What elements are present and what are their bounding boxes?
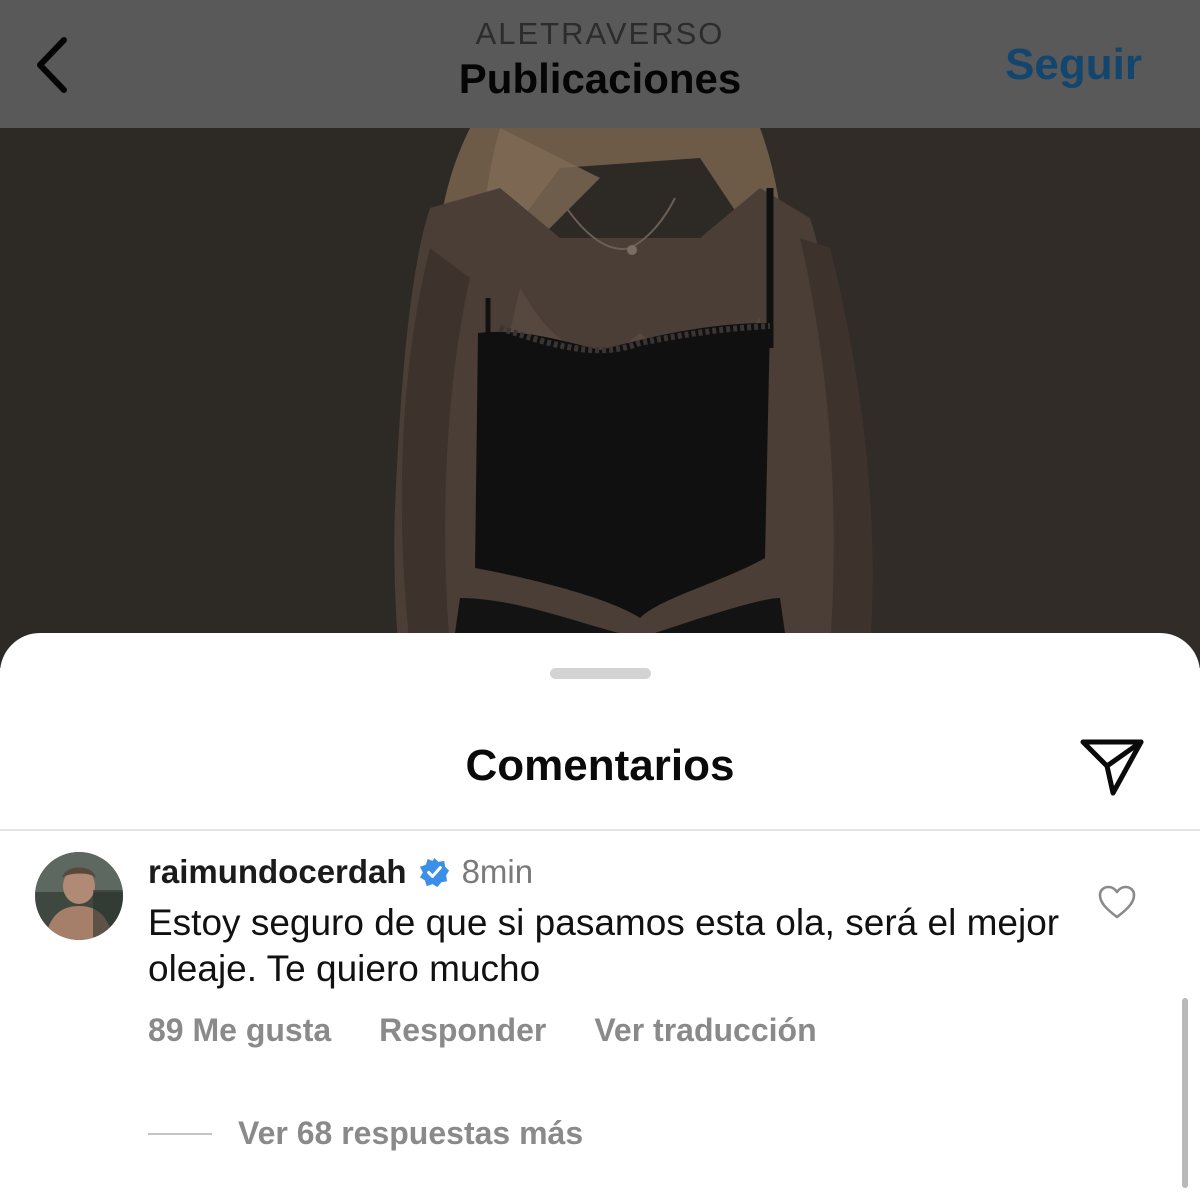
replies-line (148, 1132, 212, 1135)
top-navigation-bar: ALETRAVERSO Publicaciones Seguir (0, 0, 1200, 128)
comment-text: Estoy seguro de que si pasamos esta ola,… (148, 902, 1060, 989)
chevron-left-icon (37, 37, 67, 93)
comment-username[interactable]: raimundocerdah (148, 853, 407, 891)
post-photo (0, 128, 1200, 668)
like-button[interactable] (1097, 884, 1137, 920)
header-titles: ALETRAVERSO Publicaciones (300, 14, 900, 104)
scrollbar[interactable] (1182, 998, 1188, 1188)
translate-button[interactable]: Ver traducción (594, 1012, 816, 1049)
view-replies-label: Ver 68 respuestas más (238, 1115, 584, 1151)
post-photo-illustration (0, 128, 1200, 668)
reply-button[interactable]: Responder (379, 1012, 546, 1049)
comment-actions: 89 Me gusta Responder Ver traducción (148, 1012, 817, 1049)
avatar[interactable] (35, 852, 123, 940)
paper-plane-icon (1080, 739, 1144, 796)
follow-button[interactable]: Seguir (1005, 40, 1142, 90)
heart-outline-icon (1098, 885, 1136, 919)
comments-title: Comentarios (465, 741, 735, 790)
comment-timestamp: 8min (461, 853, 534, 890)
avatar-image (35, 852, 123, 940)
account-name[interactable]: ALETRAVERSO (300, 14, 900, 54)
likes-count-link[interactable]: 89 Me gusta (148, 1012, 331, 1049)
sheet-divider (0, 829, 1200, 831)
sheet-grabber-handle[interactable] (550, 668, 651, 679)
comment-header: raimundocerdah 8min (148, 848, 533, 896)
view-replies-button[interactable]: Ver 68 respuestas más (148, 1115, 583, 1152)
verified-badge-icon (419, 857, 449, 887)
back-button[interactable] (26, 32, 86, 98)
share-button[interactable] (1078, 735, 1146, 799)
page-title: Publicaciones (458, 55, 742, 102)
